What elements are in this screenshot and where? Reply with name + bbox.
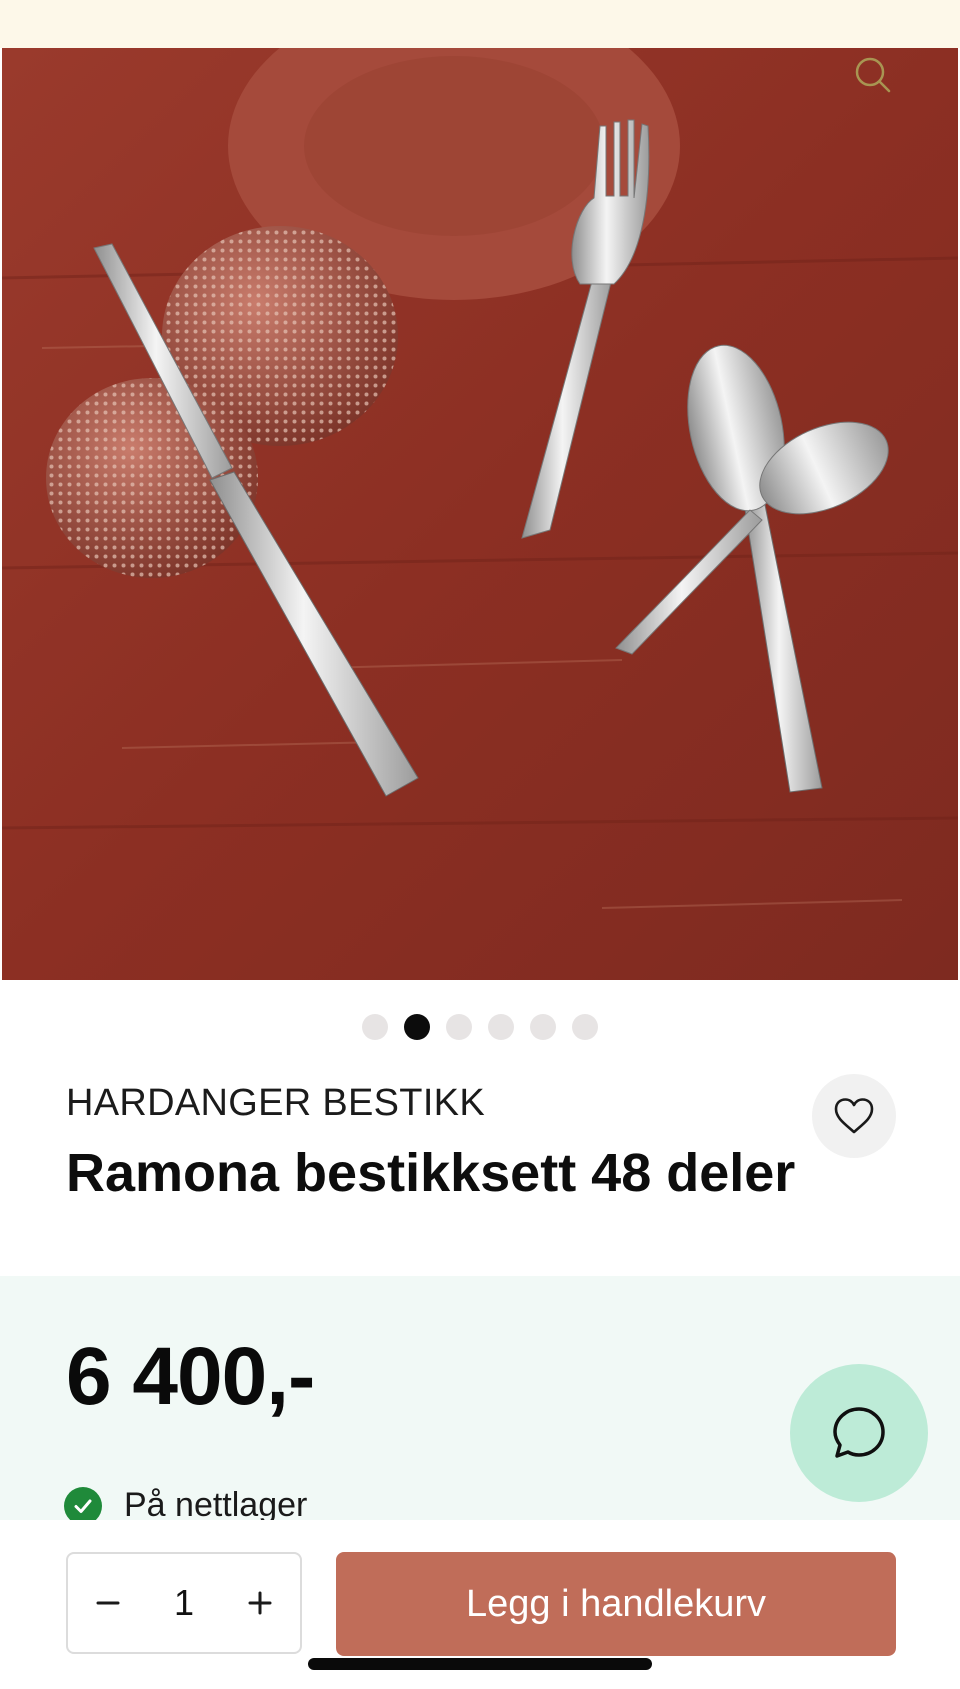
product-photo (2, 48, 958, 980)
check-circle-icon (64, 1486, 102, 1520)
zoom-button[interactable] (848, 50, 898, 100)
carousel-dot[interactable] (362, 1014, 388, 1040)
carousel-dot[interactable] (572, 1014, 598, 1040)
quantity-value[interactable]: 1 (154, 1582, 214, 1624)
carousel-dot[interactable] (446, 1014, 472, 1040)
product-brand[interactable]: HARDANGER BESTIKK (66, 1082, 485, 1125)
top-bar (0, 0, 960, 48)
search-icon (855, 57, 891, 93)
product-title: Ramona bestikksett 48 deler (66, 1143, 796, 1203)
carousel-dot-active[interactable] (404, 1014, 430, 1040)
carousel-dot[interactable] (488, 1014, 514, 1040)
plus-icon (248, 1591, 272, 1615)
quantity-stepper: 1 (66, 1552, 302, 1654)
carousel-pagination (0, 1014, 960, 1040)
carousel-dot[interactable] (530, 1014, 556, 1040)
increase-quantity-button[interactable] (238, 1581, 282, 1625)
stock-status-label: På nettlager (124, 1486, 308, 1520)
decrease-quantity-button[interactable] (86, 1581, 130, 1625)
minus-icon (96, 1601, 120, 1605)
product-price: 6 400,- (66, 1331, 315, 1422)
stock-status: På nettlager (64, 1486, 307, 1520)
chat-bubble-icon (833, 1407, 885, 1458)
add-to-cart-button[interactable]: Legg i handlekurv (336, 1552, 896, 1656)
product-image[interactable] (2, 48, 958, 980)
chat-button[interactable] (790, 1364, 928, 1502)
favorite-button[interactable] (812, 1074, 896, 1158)
heart-icon (834, 1098, 874, 1134)
home-indicator (308, 1658, 652, 1670)
